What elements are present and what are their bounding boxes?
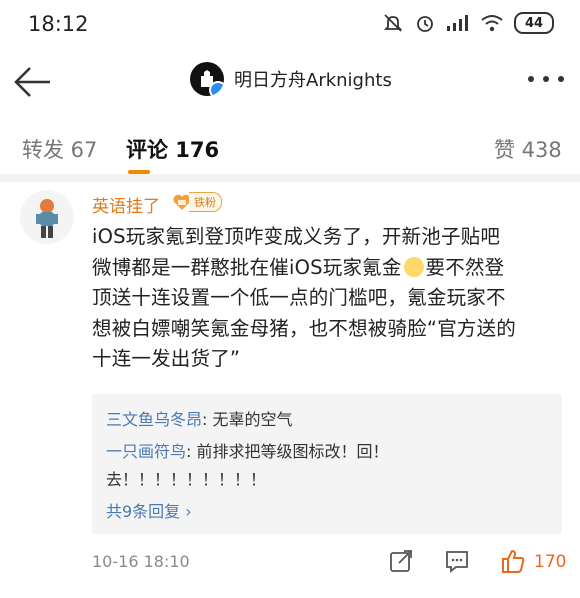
alarm-icon — [417, 16, 433, 32]
account-title[interactable]: 明日方舟Arknights — [190, 62, 392, 96]
page-title: 明日方舟Arknights — [234, 70, 392, 91]
tab-likes[interactable]: 赞 438 — [494, 134, 562, 164]
back-arrow-icon[interactable] — [12, 62, 56, 102]
account-avatar[interactable] — [190, 62, 224, 96]
reply-item: 去！！！！！！！！！ — [106, 466, 266, 490]
battery-level: 44 — [524, 15, 544, 31]
reply-text: : 前排求把等级图标改！回！ — [186, 442, 389, 461]
tab-reposts[interactable]: 转发 67 — [22, 134, 97, 164]
reply-author[interactable]: 三文鱼乌冬昂 — [106, 410, 202, 429]
reply-text: : 无辜的空气 — [202, 410, 293, 429]
status-icons: 44 — [382, 12, 554, 34]
comment-body: iOS玩家氪到登顶咋变成义务了，开新池子贴吧 微博都是一群憨批在催iOS玩家氪金… — [92, 222, 562, 375]
fan-badge: 铁粉 — [172, 192, 222, 212]
reply-author[interactable]: 一只画符鸟 — [106, 442, 186, 461]
like-thumb-icon[interactable] — [500, 548, 526, 574]
battery-icon: 44 — [514, 12, 554, 34]
clock: 18:12 — [28, 12, 89, 36]
commenter-avatar[interactable] — [20, 190, 74, 244]
signal-icon — [447, 15, 468, 31]
like-count: 170 — [534, 552, 567, 572]
reply-item[interactable]: 三文鱼乌冬昂: 无辜的空气 — [106, 406, 293, 430]
comment-timestamp: 10-16 18:10 — [92, 552, 190, 571]
wifi-icon — [481, 15, 503, 32]
fan-badge-label: 铁粉 — [189, 192, 222, 212]
commenter-name[interactable]: 英语挂了 — [92, 192, 160, 217]
verified-icon — [209, 81, 224, 96]
share-icon[interactable] — [388, 548, 414, 574]
comment-line: iOS玩家氪到登顶咋变成义务了，开新池子贴吧 — [92, 225, 501, 248]
mute-icon — [383, 14, 403, 32]
tab-bar: 转发 67 评论 176 赞 438 — [0, 126, 580, 174]
smile-emoji-icon — [403, 256, 424, 277]
comment-line: 想被白嫖嘲笑氪金母猪，也不想被骑脸“官方送的 — [92, 316, 517, 340]
comment-icon[interactable] — [444, 548, 470, 574]
reply-item[interactable]: 一只画符鸟: 前排求把等级图标改！回！ — [106, 438, 389, 462]
avatar-character-icon — [36, 199, 58, 238]
status-bar: 18:12 44 — [0, 0, 580, 52]
reply-text: 去！！！！！！！！！ — [106, 470, 267, 489]
more-icon[interactable] — [528, 76, 564, 82]
comment-line: 微博都是一群憨批在催iOS玩家氪金 要不然登 — [92, 255, 505, 279]
comment-line: 顶送十连设置一个低一点的门槛吧，氪金玩家不 — [92, 286, 506, 309]
header: 明日方舟Arknights — [0, 52, 580, 110]
divider — [0, 174, 580, 182]
tab-comments[interactable]: 评论 176 — [126, 134, 219, 164]
view-all-replies-link[interactable]: 共9条回复 › — [106, 498, 192, 522]
comment-line: 十连一发出货了” — [92, 347, 241, 370]
replies-box[interactable]: 三文鱼乌冬昂: 无辜的空气 一只画符鸟: 前排求把等级图标改！回！ 去！！！！！… — [92, 394, 562, 534]
